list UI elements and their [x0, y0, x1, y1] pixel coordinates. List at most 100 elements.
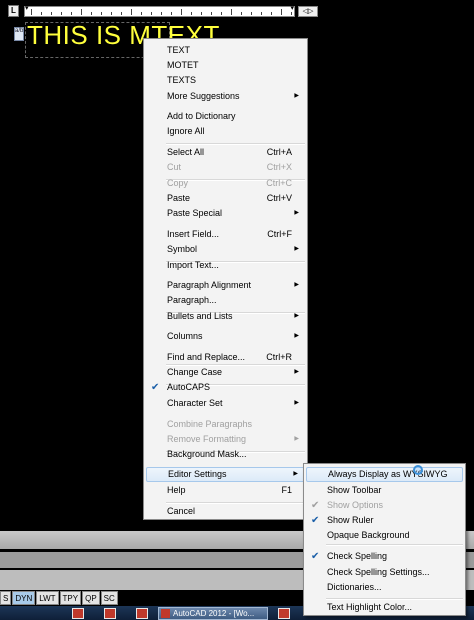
- ruler-tick: [231, 9, 232, 15]
- ruler-tick: [111, 12, 112, 15]
- submenu-arrow-icon: ▶: [293, 471, 298, 477]
- menu-item-dictionaries[interactable]: Dictionaries...: [306, 580, 463, 595]
- stack-icon[interactable]: a/b: [14, 27, 24, 41]
- ruler-tick: [181, 9, 182, 15]
- menu-item-combine-paragraphs[interactable]: Combine Paragraphs: [146, 417, 305, 432]
- menu-item-paragraph-alignment[interactable]: Paragraph Alignment ▶: [146, 278, 305, 293]
- menu-item-paragraph[interactable]: Paragraph...: [146, 293, 305, 308]
- ruler-tick: [121, 12, 122, 15]
- ruler-tick: [91, 12, 92, 15]
- ruler-tick: [171, 12, 172, 15]
- status-toggle-snap[interactable]: S: [0, 591, 12, 605]
- submenu-arrow-icon: ▶: [294, 436, 299, 442]
- taskbar-app-button[interactable]: AutoCAD 2012 - [Wo...: [158, 607, 268, 620]
- ruler-tick: [71, 12, 72, 15]
- menu-item-text-highlight-color[interactable]: Text Highlight Color...: [306, 600, 463, 615]
- menu-item-change-case[interactable]: Change Case ▶: [146, 365, 305, 380]
- ruler-tick: [281, 9, 282, 15]
- ruler-tick: [81, 9, 82, 15]
- indent-marker[interactable]: ▾: [25, 5, 29, 12]
- ruler-tick: [211, 12, 212, 15]
- menu-item-suggestion-texts[interactable]: TEXTS: [146, 73, 305, 88]
- menu-item-check-spelling[interactable]: ✔ Check Spelling: [306, 549, 463, 564]
- menu-item-suggestion-motet[interactable]: MOTET: [146, 58, 305, 73]
- submenu-arrow-icon: ▶: [294, 282, 299, 288]
- submenu-arrow-icon: ▶: [294, 93, 299, 99]
- checkmark-icon: ✔: [311, 515, 320, 526]
- context-menu: TEXT MOTET TEXTS More Suggestions ▶ Add t…: [143, 38, 308, 520]
- editor-settings-submenu: Always Display as WYSIWYG Show Toolbar ✔…: [303, 463, 466, 616]
- ruler-tick: [31, 9, 32, 15]
- ruler-tick: [291, 12, 292, 15]
- status-toggle-sc[interactable]: SC: [100, 591, 118, 605]
- menu-item-help[interactable]: Help F1: [146, 483, 305, 498]
- menu-item-import-text[interactable]: Import Text...: [146, 258, 305, 273]
- ruler-tick: [141, 12, 142, 15]
- menu-item-autocaps[interactable]: ✔ AutoCAPS: [146, 380, 305, 395]
- submenu-arrow-icon: ▶: [294, 369, 299, 375]
- ruler-tick: [251, 12, 252, 15]
- menu-item-paste[interactable]: Paste Ctrl+V: [146, 191, 305, 206]
- ruler-indent-button[interactable]: L: [8, 5, 19, 17]
- ruler-tick: [201, 12, 202, 15]
- status-toggle-lwt[interactable]: LWT: [36, 591, 59, 605]
- ruler-tick: [191, 12, 192, 15]
- menu-item-cut[interactable]: Cut Ctrl+X: [146, 160, 305, 175]
- menu-separator: [326, 544, 463, 546]
- autocad-taskbar-icon[interactable]: [136, 608, 148, 619]
- menu-item-cancel[interactable]: Cancel: [146, 504, 305, 519]
- ruler[interactable]: ▾ ▾: [24, 5, 295, 17]
- menu-item-ignore-all[interactable]: Ignore All: [146, 124, 305, 139]
- ruler-tick: [221, 12, 222, 15]
- ruler-tick: [61, 12, 62, 15]
- status-toggle-dyn[interactable]: DYN: [12, 591, 36, 605]
- ruler-tick: [151, 12, 152, 15]
- ruler-tick: [101, 12, 102, 15]
- menu-item-editor-settings[interactable]: Editor Settings ▶: [146, 467, 305, 482]
- menu-item-find-and-replace[interactable]: Find and Replace... Ctrl+R: [146, 350, 305, 365]
- menu-item-paste-special[interactable]: Paste Special ▶: [146, 206, 305, 221]
- status-toggle-tpy[interactable]: TPY: [59, 591, 82, 605]
- menu-item-show-options[interactable]: ✔ Show Options: [306, 498, 463, 513]
- ruler-tick: [261, 12, 262, 15]
- menu-item-background-mask[interactable]: Background Mask...: [146, 447, 305, 462]
- checkmark-icon: ✔: [311, 551, 320, 562]
- ruler-tick: [271, 12, 272, 15]
- menu-item-show-ruler[interactable]: ✔ Show Ruler: [306, 513, 463, 528]
- ruler-tick: [241, 12, 242, 15]
- submenu-arrow-icon: ▶: [294, 313, 299, 319]
- submenu-arrow-icon: ▶: [294, 210, 299, 216]
- submenu-arrow-icon: ▶: [294, 246, 299, 252]
- menu-item-always-display-wysiwyg[interactable]: Always Display as WYSIWYG: [306, 467, 463, 482]
- menu-item-add-to-dictionary[interactable]: Add to Dictionary: [146, 109, 305, 124]
- checkmark-icon: ✔: [151, 382, 160, 393]
- menu-item-select-all[interactable]: Select All Ctrl+A: [146, 145, 305, 160]
- submenu-arrow-icon: ▶: [294, 400, 299, 406]
- ruler-tick: [131, 9, 132, 15]
- menu-item-bullets-and-lists[interactable]: Bullets and Lists ▶: [146, 309, 305, 324]
- menu-item-suggestion-text[interactable]: TEXT: [146, 43, 305, 58]
- ruler-tick: [41, 12, 42, 15]
- menu-item-more-suggestions[interactable]: More Suggestions ▶: [146, 89, 305, 104]
- ruler-tick: [161, 12, 162, 15]
- status-toggle-qp[interactable]: QP: [82, 591, 100, 605]
- menu-item-check-spelling-settings[interactable]: Check Spelling Settings...: [306, 565, 463, 580]
- menu-item-opaque-background[interactable]: Opaque Background: [306, 528, 463, 543]
- menu-item-symbol[interactable]: Symbol ▶: [146, 242, 305, 257]
- menu-item-show-toolbar[interactable]: Show Toolbar: [306, 483, 463, 498]
- menu-item-copy[interactable]: Copy Ctrl+C: [146, 176, 305, 191]
- status-bar-toggles: S DYN LWT TPY QP SC: [0, 591, 119, 605]
- menu-item-character-set[interactable]: Character Set ▶: [146, 396, 305, 411]
- ruler-tick: [51, 12, 52, 15]
- autocad-taskbar-icon[interactable]: [104, 608, 116, 619]
- ruler-resize-button[interactable]: ◁▷: [298, 6, 318, 17]
- menu-item-columns[interactable]: Columns ▶: [146, 329, 305, 344]
- menu-item-insert-field[interactable]: Insert Field... Ctrl+F: [146, 227, 305, 242]
- submenu-arrow-icon: ▶: [294, 333, 299, 339]
- autocad-icon: [161, 609, 170, 618]
- menu-item-remove-formatting[interactable]: Remove Formatting ▶: [146, 432, 305, 447]
- autocad-taskbar-icon[interactable]: [278, 608, 290, 619]
- autocad-taskbar-icon[interactable]: [72, 608, 84, 619]
- busy-cursor-icon: [413, 465, 423, 475]
- checkmark-icon: ✔: [311, 500, 320, 511]
